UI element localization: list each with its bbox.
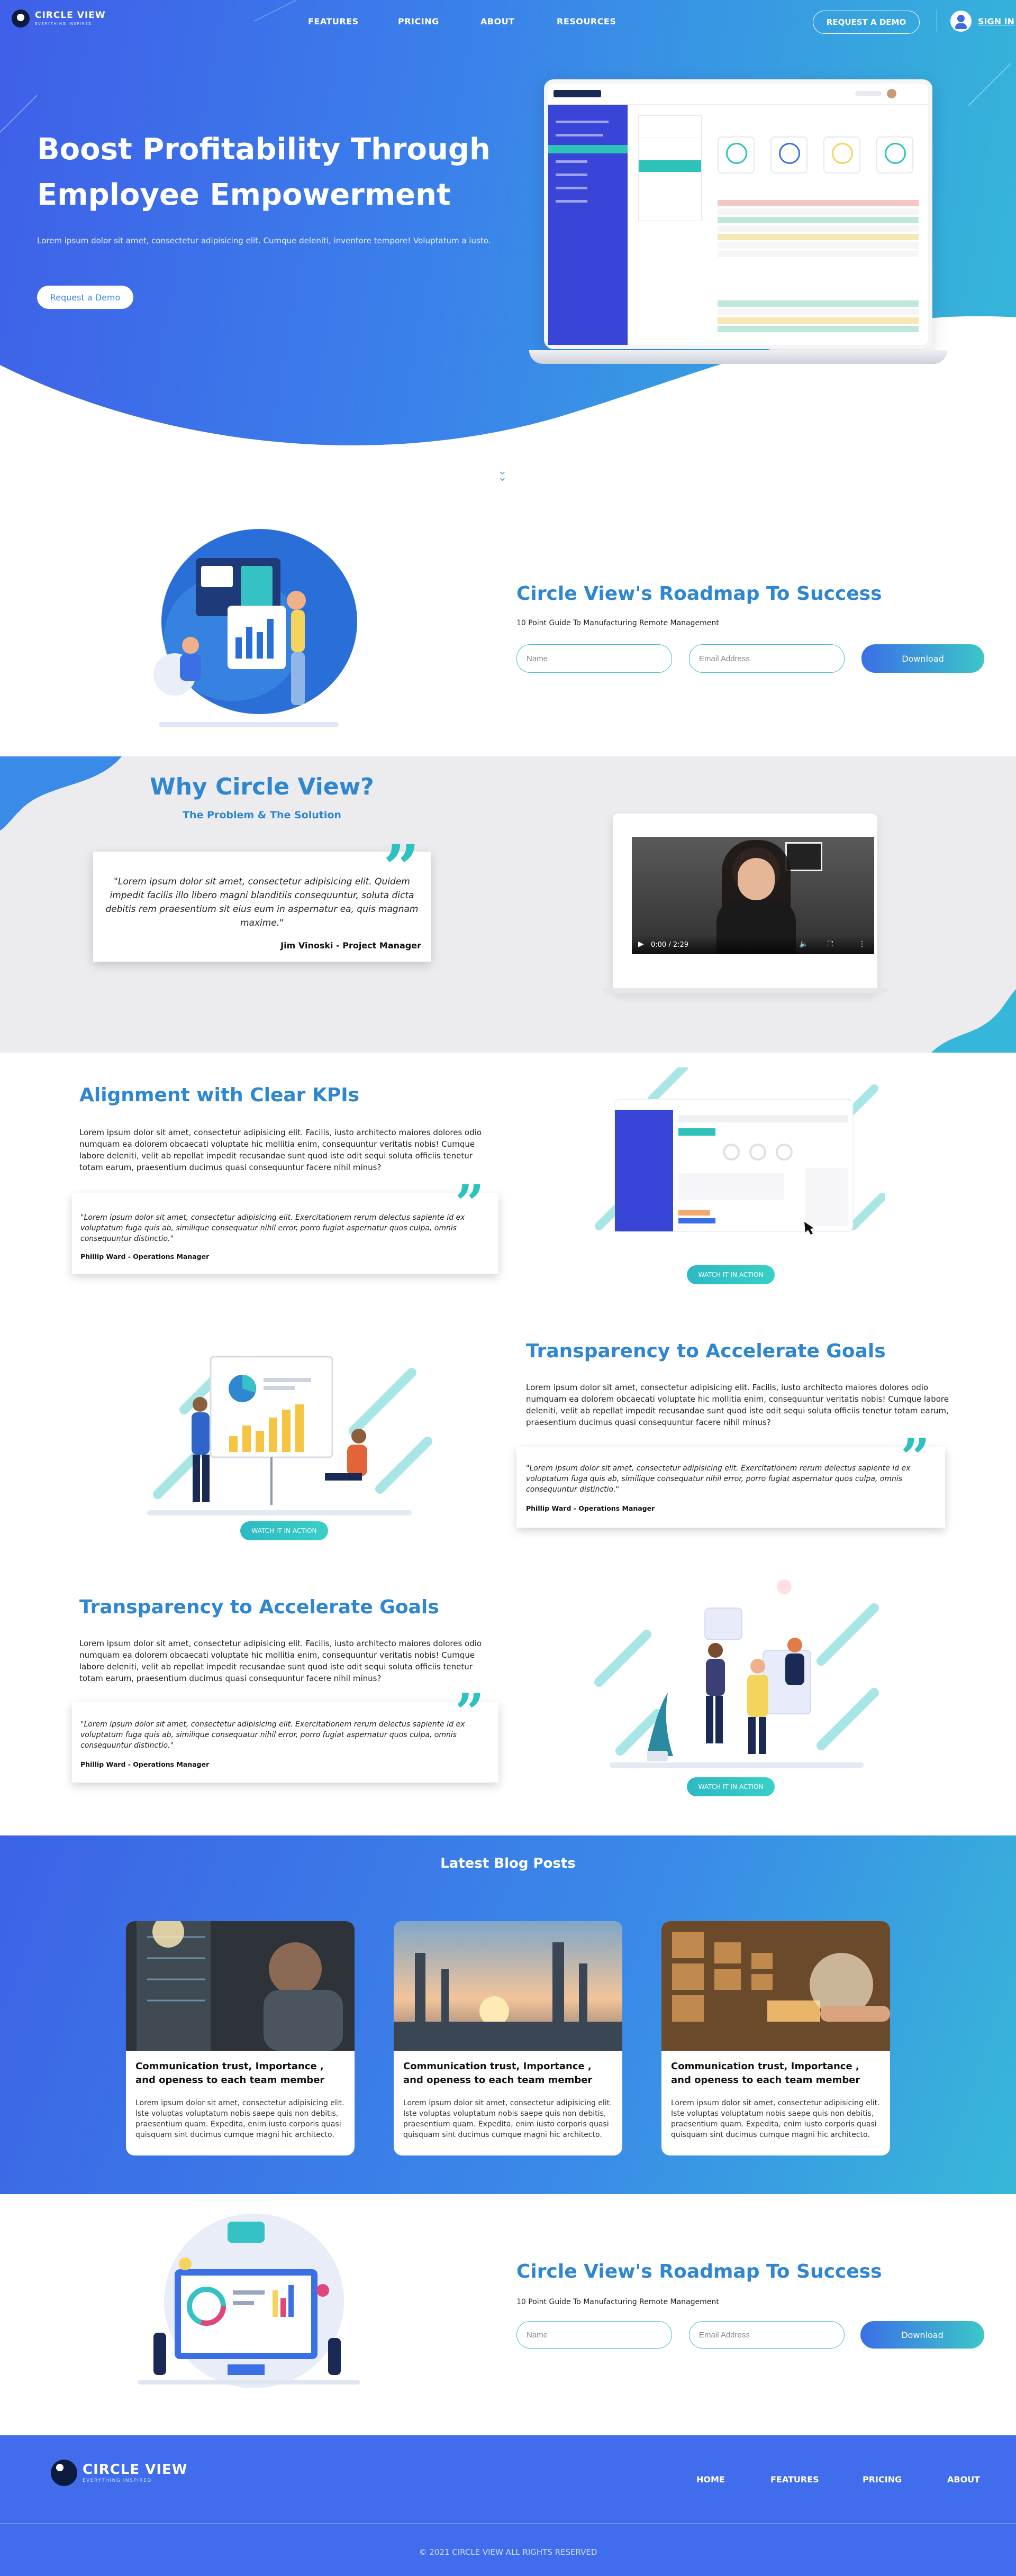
feature2-author: Phillip Ward - Operations Manager <box>526 1504 655 1512</box>
blog-card-1-text: Lorem ipsum dolor sit amet, consectetur … <box>135 2099 344 2139</box>
roadmap-title: Circle View's Roadmap To Success <box>516 583 882 605</box>
feature2-quote-card: ” "Lorem ipsum dolor sit amet, consectet… <box>516 1432 945 1528</box>
volume-icon[interactable]: 🔈 <box>799 940 808 948</box>
video-player[interactable]: ▶ 0:00 / 2:29 🔈 ⛶ ⋮ <box>632 837 874 954</box>
laptop-mockup <box>529 79 947 370</box>
feature1-title: Alignment with Clear KPIs <box>79 1084 360 1106</box>
footer-link-features[interactable]: FEATURES <box>770 2474 819 2484</box>
blog-card-2-title: Communication trust, Importance , and op… <box>403 2061 593 2086</box>
laptop-base <box>529 350 947 364</box>
feature3-quote-card: ” "Lorem ipsum dolor sit amet, consectet… <box>72 1687 498 1783</box>
blog-card-1-title: Communication trust, Importance , and op… <box>135 2061 325 2086</box>
feature1-illustration <box>595 1067 885 1235</box>
top-navbar: CIRCLE VIEW EVERYTHING INSPIRED FEATURES… <box>0 0 1016 43</box>
dashboard-screenshot <box>544 79 932 349</box>
feature3-illustration <box>594 1579 879 1768</box>
blog-card-1[interactable]: Communication trust, Importance , and op… <box>126 1921 355 2155</box>
user-icon[interactable] <box>950 11 972 32</box>
dashboard-content <box>712 115 924 343</box>
why-subtitle: The Problem & The Solution <box>183 809 341 821</box>
more-options-icon[interactable]: ⋮ <box>858 940 866 948</box>
blog-image-3 <box>661 1921 890 2051</box>
roadmap2-illustration <box>138 2214 360 2388</box>
roadmap2-name-input[interactable] <box>516 2321 672 2349</box>
feature3-title: Transparency to Accelerate Goals <box>79 1596 439 1618</box>
blog-image-2 <box>394 1921 622 2051</box>
roadmap-download-button[interactable]: Download <box>861 644 984 673</box>
brand-tagline: EVERYTHING INSPIRED <box>35 22 93 26</box>
brand-name: CIRCLE VIEW <box>35 10 106 21</box>
hero-request-demo-button[interactable]: Request a Demo <box>37 286 133 309</box>
blog-card-3-title: Communication trust, Importance , and op… <box>671 2061 860 2086</box>
footer-logo[interactable]: CIRCLE VIEW EVERYTHING INSPIRED <box>51 2460 187 2486</box>
roadmap-email-input[interactable] <box>689 644 845 673</box>
hero-subtitle: Lorem ipsum dolor sit amet, consectetur … <box>37 236 491 245</box>
feature1-watch-button[interactable]: WATCH IT IN ACTION <box>687 1265 775 1284</box>
feature2-watch-button[interactable]: WATCH IT IN ACTION <box>240 1521 328 1540</box>
feature2-quote: "Lorem ipsum dolor sit amet, consectetur… <box>526 1464 911 1494</box>
video-time: 0:00 / 2:29 <box>651 941 689 949</box>
blog-card-3[interactable]: Communication trust, Importance , and op… <box>661 1921 890 2155</box>
why-testimonial-card: ” "Lorem ipsum dolor sit amet, consectet… <box>93 837 431 962</box>
hero-title-line2: Employee Empowerment <box>37 178 451 212</box>
feature1-body: Lorem ipsum dolor sit amet, consectetur … <box>79 1128 482 1172</box>
blog-card-3-text: Lorem ipsum dolor sit amet, consectetur … <box>671 2099 880 2139</box>
feature3-body: Lorem ipsum dolor sit amet, consectetur … <box>79 1639 482 1683</box>
dashboard-topbar <box>548 84 928 105</box>
nav-about[interactable]: ABOUT <box>480 16 515 26</box>
nav-features[interactable]: FEATURES <box>308 16 359 26</box>
footer-link-home[interactable]: HOME <box>696 2474 725 2484</box>
request-demo-button[interactable]: REQUEST A DEMO <box>813 11 920 34</box>
logo-icon <box>12 10 30 28</box>
roadmap-illustration <box>153 529 357 727</box>
sign-in-link[interactable]: SIGN IN <box>978 16 1014 26</box>
fullscreen-icon[interactable]: ⛶ <box>828 940 833 948</box>
blog-title: Latest Blog Posts <box>440 1856 576 1871</box>
feature3-watch-button[interactable]: WATCH IT IN ACTION <box>687 1777 775 1796</box>
blog-card-2[interactable]: Communication trust, Importance , and op… <box>394 1921 622 2155</box>
footer-link-pricing[interactable]: PRICING <box>863 2474 902 2484</box>
why-quote-text: "Lorem ipsum dolor sit amet, consectetur… <box>105 876 419 928</box>
roadmap-subtitle: 10 Point Guide To Manufacturing Remote M… <box>516 619 719 627</box>
blog-image-1 <box>126 1921 355 2051</box>
brand-logo[interactable]: CIRCLE VIEW EVERYTHING INSPIRED <box>12 10 106 28</box>
footer-brand-tagline: EVERYTHING INSPIRED <box>83 2478 152 2483</box>
roadmap2-download-button[interactable]: Download <box>860 2321 984 2349</box>
feature2-title: Transparency to Accelerate Goals <box>526 1340 886 1362</box>
feature1-quote-card: ” "Lorem ipsum dolor sit amet, consectet… <box>72 1179 498 1274</box>
feature3-quote: "Lorem ipsum dolor sit amet, consectetur… <box>80 1720 465 1750</box>
hero-title: Boost Profitability Through Employee Emp… <box>37 127 513 218</box>
footer-link-about[interactable]: ABOUT <box>947 2474 980 2484</box>
feature1-author: Phillip Ward - Operations Manager <box>80 1253 210 1260</box>
footer-divider <box>0 2523 1016 2524</box>
video-frame: ▶ 0:00 / 2:29 🔈 ⛶ ⋮ <box>602 814 888 993</box>
hero-title-line1: Boost Profitability Through <box>37 132 491 167</box>
nav-pricing[interactable]: PRICING <box>398 16 439 26</box>
footer-brand-name: CIRCLE VIEW <box>83 2461 188 2478</box>
why-title: Why Circle View? <box>150 773 374 800</box>
footer-copyright: © 2021 CIRCLE VIEW ALL RIGHTS RESERVED <box>419 2547 597 2557</box>
nav-resources[interactable]: RESOURCES <box>557 16 616 26</box>
feature2-body: Lorem ipsum dolor sit amet, consectetur … <box>526 1383 949 1427</box>
dashboard-sidebar <box>548 105 628 345</box>
roadmap2-email-input[interactable] <box>689 2321 845 2349</box>
roadmap2-subtitle: 10 Point Guide To Manufacturing Remote M… <box>516 2298 719 2306</box>
why-corner-wave-right <box>931 989 1016 1053</box>
feature1-quote: "Lorem ipsum dolor sit amet, consectetur… <box>80 1213 465 1243</box>
why-quote-author: Jim Vinoski - Project Manager <box>280 940 421 951</box>
scroll-down-chevron-icon[interactable]: ⌄ ⌄ <box>497 465 507 483</box>
blog-card-2-text: Lorem ipsum dolor sit amet, consectetur … <box>403 2099 612 2139</box>
roadmap-name-input[interactable] <box>516 644 672 673</box>
feature2-illustration <box>147 1356 432 1515</box>
footer-logo-icon <box>51 2460 77 2486</box>
video-play-icon[interactable]: ▶ <box>638 940 644 948</box>
feature3-author: Phillip Ward - Operations Manager <box>80 1760 210 1768</box>
roadmap2-title: Circle View's Roadmap To Success <box>516 2261 882 2282</box>
